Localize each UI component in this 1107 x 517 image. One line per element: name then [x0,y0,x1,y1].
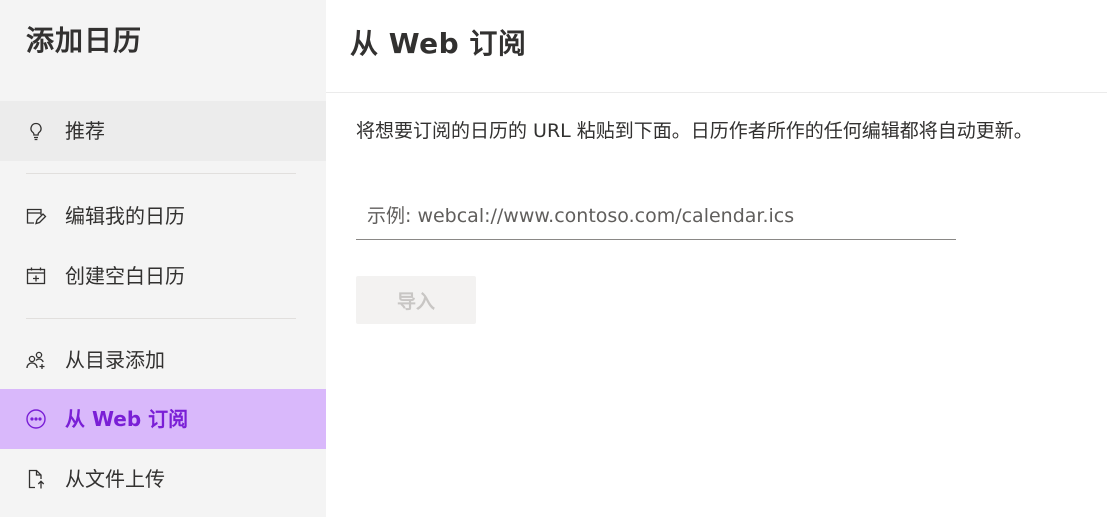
import-button[interactable]: 导入 [356,276,476,324]
people-add-icon [25,349,47,371]
calendar-url-input[interactable] [356,192,956,240]
page-title: 从 Web 订阅 [350,27,527,60]
sidebar-item-subscribe-web[interactable]: 从 Web 订阅 [0,389,326,449]
sidebar-item-create-blank[interactable]: 创建空白日历 [0,246,326,306]
add-calendar-dialog: 添加日历 推荐 编辑我的日历 创建空白日历 从目录添加 从 Web 订阅 从文件… [0,0,1107,517]
sidebar-item-recommended[interactable]: 推荐 [0,101,326,161]
main-header: 从 Web 订阅 [326,0,1107,93]
sidebar-item-edit-calendars[interactable]: 编辑我的日历 [0,186,326,246]
sidebar-item-label: 从 Web 订阅 [65,407,189,431]
sidebar-item-label: 从文件上传 [65,467,165,491]
sidebar-item-label: 推荐 [65,119,105,143]
sidebar-item-label: 创建空白日历 [65,264,185,288]
sidebar-divider [26,318,296,319]
instruction-text: 将想要订阅的日历的 URL 粘贴到下面。日历作者所作的任何编辑都将自动更新。 [356,120,1033,142]
main-panel: 从 Web 订阅 将想要订阅的日历的 URL 粘贴到下面。日历作者所作的任何编辑… [326,0,1107,517]
sidebar-item-label: 编辑我的日历 [65,204,185,228]
sidebar-item-from-directory[interactable]: 从目录添加 [0,330,326,390]
sidebar-divider [26,173,296,174]
sidebar: 添加日历 推荐 编辑我的日历 创建空白日历 从目录添加 从 Web 订阅 从文件… [0,0,326,517]
sidebar-item-upload-file[interactable]: 从文件上传 [0,449,326,509]
sidebar-item-label: 从目录添加 [65,348,165,372]
add-calendar-icon [25,265,47,287]
file-upload-icon [25,468,47,490]
sidebar-title: 添加日历 [26,24,143,57]
lightbulb-icon [25,120,47,142]
edit-calendar-icon [25,205,47,227]
globe-icon [25,408,47,430]
